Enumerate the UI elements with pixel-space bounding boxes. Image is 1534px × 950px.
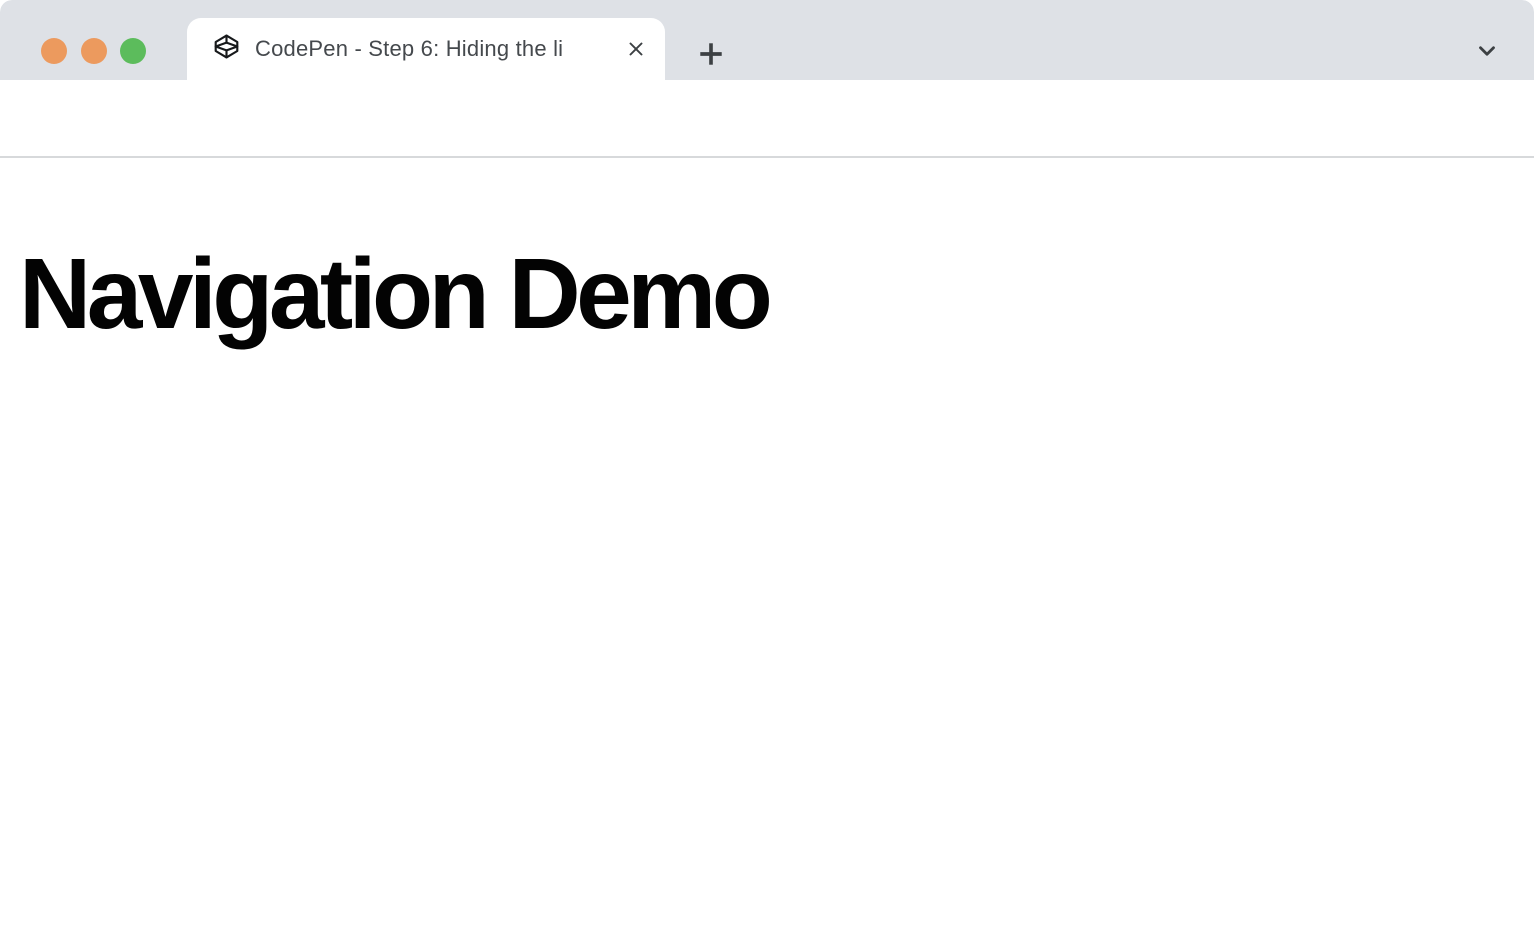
window-controls: [41, 38, 146, 64]
plus-icon: [700, 43, 722, 65]
tab-search-button[interactable]: [1470, 36, 1504, 66]
browser-tab-active[interactable]: CodePen - Step 6: Hiding the li: [187, 18, 665, 80]
window-minimize-button[interactable]: [81, 38, 107, 64]
codepen-logo-icon: [213, 33, 240, 65]
nav-menu-button[interactable]: [1458, 201, 1498, 233]
browser-window: CodePen - Step 6: Hiding the li Navigati…: [0, 0, 1534, 950]
x-icon: [629, 42, 643, 56]
new-tab-button[interactable]: [694, 37, 728, 71]
page-title: Navigation Demo: [19, 238, 773, 350]
tab-close-button[interactable]: [623, 36, 649, 62]
tab-strip: CodePen - Step 6: Hiding the li: [0, 0, 1534, 80]
window-zoom-button[interactable]: [120, 38, 146, 64]
tab-title: CodePen - Step 6: Hiding the li: [255, 34, 613, 64]
window-close-button[interactable]: [41, 38, 67, 64]
page-content: Navigation Demo: [0, 158, 1534, 948]
chevron-down-icon: [1479, 46, 1495, 56]
browser-toolbar: cdpn.io/pen/debug/dymzOzM: [0, 80, 1534, 228]
